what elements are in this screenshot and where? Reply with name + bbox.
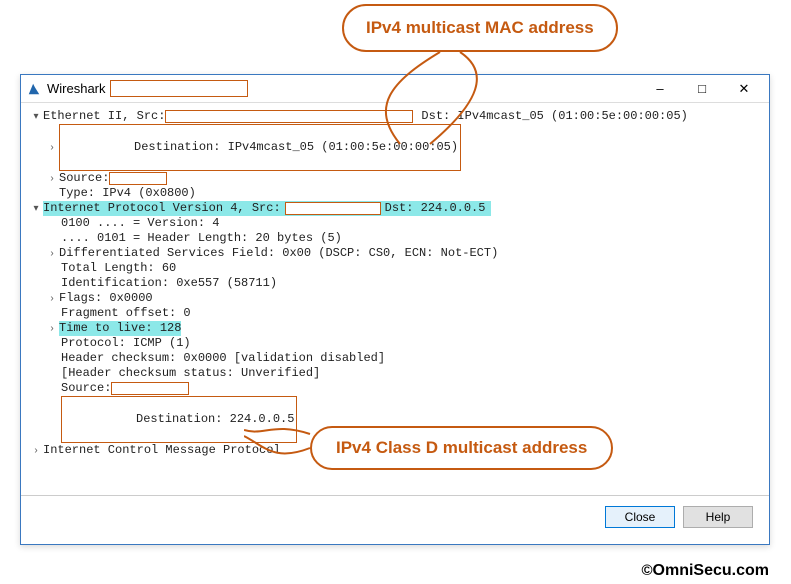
eth-source-row[interactable]: › Source: xyxy=(29,171,761,186)
ip-proto-row[interactable]: Protocol: ICMP (1) xyxy=(29,336,761,351)
copyright-text: ©©OmniSecu.comOmniSecu.com xyxy=(641,562,769,580)
window-title: Wireshark xyxy=(47,81,110,96)
ip-destination-text: Destination: 224.0.0.5 xyxy=(136,412,294,426)
maximize-button[interactable]: □ xyxy=(681,77,723,101)
ip-frag-text: Fragment offset: 0 xyxy=(61,306,191,321)
ipv4-header-pre: Internet Protocol Version 4, Src: xyxy=(43,201,281,216)
eth-destination-text: Destination: IPv4mcast_05 (01:00:5e:00:0… xyxy=(134,140,458,154)
eth-type-text: Type: IPv4 (0x0800) xyxy=(59,186,196,201)
eth-source-label: Source: xyxy=(59,171,109,186)
eth-type-row[interactable]: Type: IPv4 (0x0800) xyxy=(29,186,761,201)
ip-source-redacted xyxy=(111,382,189,395)
wireshark-window: Wireshark – □ ✕ ▾ Ethernet II, Src: Dst:… xyxy=(20,74,770,545)
ip-ident-row[interactable]: Identification: 0xe557 (58711) xyxy=(29,276,761,291)
ip-hlen-text: .... 0101 = Header Length: 20 bytes (5) xyxy=(61,231,342,246)
expand-icon[interactable]: › xyxy=(45,321,59,336)
expand-icon[interactable]: ▾ xyxy=(29,109,43,124)
ip-src-redacted-header xyxy=(285,202,381,215)
ip-destination-highlight: Destination: 224.0.0.5 xyxy=(61,396,297,443)
minimize-button[interactable]: – xyxy=(639,77,681,101)
ip-flags-text: Flags: 0x0000 xyxy=(59,291,153,306)
ip-totlen-row[interactable]: Total Length: 60 xyxy=(29,261,761,276)
eth-src-redacted xyxy=(165,110,413,123)
ethernet-header-row[interactable]: ▾ Ethernet II, Src: Dst: IPv4mcast_05 (0… xyxy=(29,109,761,124)
ip-flags-row[interactable]: › Flags: 0x0000 xyxy=(29,291,761,306)
ip-frag-row[interactable]: Fragment offset: 0 xyxy=(29,306,761,321)
expand-icon[interactable]: › xyxy=(45,171,59,186)
expand-icon[interactable]: › xyxy=(45,140,59,155)
ip-source-label: Source: xyxy=(61,381,111,396)
dialog-footer: Close Help xyxy=(21,495,769,537)
ip-ttl-text: Time to live: 128 xyxy=(59,321,181,336)
expand-icon[interactable]: › xyxy=(45,291,59,306)
ip-totlen-text: Total Length: 60 xyxy=(61,261,176,276)
ip-chksum-text: Header checksum: 0x0000 [validation disa… xyxy=(61,351,385,366)
callout-mac-address: IPv4 multicast MAC address xyxy=(342,4,618,52)
close-button[interactable]: Close xyxy=(605,506,675,528)
ip-dsf-row[interactable]: › Differentiated Services Field: 0x00 (D… xyxy=(29,246,761,261)
ethernet-header-label: Ethernet II, Src: xyxy=(43,109,165,124)
eth-destination-row[interactable]: › Destination: IPv4mcast_05 (01:00:5e:00… xyxy=(29,124,761,171)
ip-hlen-row[interactable]: .... 0101 = Header Length: 20 bytes (5) xyxy=(29,231,761,246)
expand-icon[interactable]: ▾ xyxy=(29,201,43,216)
ip-ident-text: Identification: 0xe557 (58711) xyxy=(61,276,277,291)
callout-classd-address-text: IPv4 Class D multicast address xyxy=(310,426,613,470)
titlebar: Wireshark – □ ✕ xyxy=(21,75,769,103)
eth-source-redacted xyxy=(109,172,167,185)
ethernet-dst-suffix: Dst: IPv4mcast_05 (01:00:5e:00:00:05) xyxy=(413,109,687,124)
icmp-header-text: Internet Control Message Protocol xyxy=(43,443,281,458)
ipv4-dst-suffix: Dst: 224.0.0.5 xyxy=(385,201,486,216)
ip-version-text: 0100 .... = Version: 4 xyxy=(61,216,219,231)
title-redacted-box xyxy=(110,80,248,97)
ip-chkstat-text: [Header checksum status: Unverified] xyxy=(61,366,320,381)
ip-source-row[interactable]: Source: xyxy=(29,381,761,396)
ip-chksum-row[interactable]: Header checksum: 0x0000 [validation disa… xyxy=(29,351,761,366)
expand-icon[interactable]: › xyxy=(45,246,59,261)
expand-icon[interactable]: › xyxy=(29,443,43,458)
eth-destination-highlight: Destination: IPv4mcast_05 (01:00:5e:00:0… xyxy=(59,124,461,171)
ip-chkstat-row[interactable]: [Header checksum status: Unverified] xyxy=(29,366,761,381)
wireshark-icon xyxy=(27,82,41,96)
ip-ttl-row[interactable]: › Time to live: 128 xyxy=(29,321,761,336)
callout-mac-address-text: IPv4 multicast MAC address xyxy=(342,4,618,52)
ip-proto-text: Protocol: ICMP (1) xyxy=(61,336,191,351)
ip-dsf-text: Differentiated Services Field: 0x00 (DSC… xyxy=(59,246,498,261)
ip-version-row[interactable]: 0100 .... = Version: 4 xyxy=(29,216,761,231)
window-controls: – □ ✕ xyxy=(639,77,765,101)
close-window-button[interactable]: ✕ xyxy=(723,77,765,101)
help-button[interactable]: Help xyxy=(683,506,753,528)
ipv4-header-row[interactable]: ▾ Internet Protocol Version 4, Src: Dst:… xyxy=(29,201,761,216)
callout-classd-address: IPv4 Class D multicast address xyxy=(310,426,613,470)
